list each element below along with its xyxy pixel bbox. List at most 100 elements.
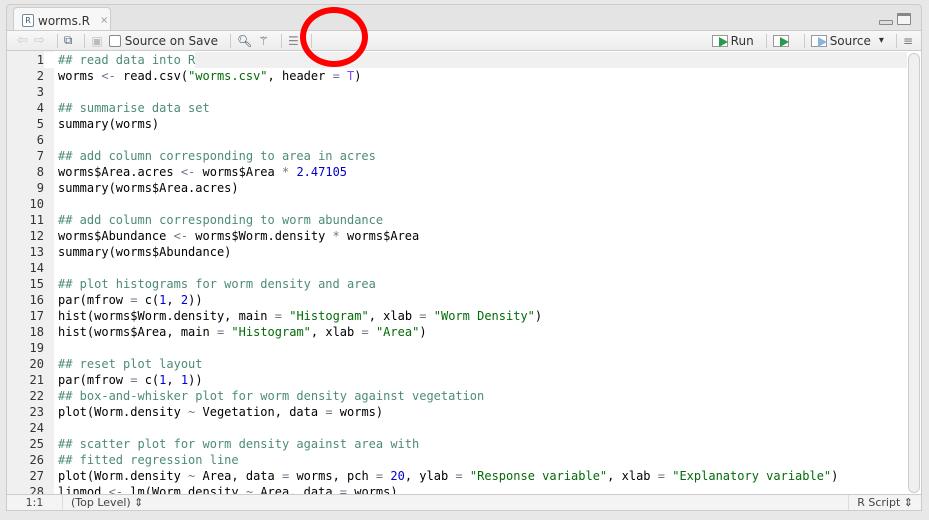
source-on-save-label: Source on Save [124,33,218,48]
code-editor[interactable]: 1 ## read data into R 2 worms <- read.csv("… [6,51,922,494]
editor-toolbar: ⇦ ⇨ ⧉ ▣ Source on Save 🔍︎ ⚚ ☰ Run Source… [6,30,922,51]
code-line[interactable]: 18 hist(worms$Area, main = "Histogram", x… [7,324,907,340]
separator [765,33,767,48]
code-line[interactable]: 17 hist(worms$Worm.density, main = "Histo… [7,308,907,324]
source-on-save-checkbox[interactable]: Source on Save [108,32,218,50]
separator [895,33,897,48]
document-outline-icon[interactable]: ≡ [903,32,913,50]
line-number: 15 [29,277,44,291]
code-text: worms <- read.csv("worms.csv", header = … [58,69,362,83]
line-number: 17 [29,309,44,323]
line-number: 28 [29,485,44,494]
line-number: 8 [36,165,44,179]
code-text: hist(worms$Worm.density, main = "Histogr… [58,309,543,323]
code-line[interactable]: 13 summary(worms$Abundance) [7,244,907,260]
rerun-icon [772,34,789,47]
line-number: 12 [29,229,44,243]
search-icon[interactable]: 🔍︎ [237,32,252,50]
code-text: summary(worms$Abundance) [58,245,232,259]
line-number: 16 [29,293,44,307]
file-type-selector[interactable]: R Script ⇕ [848,495,921,510]
line-number: 4 [36,101,44,115]
code-text: ## summarise data set [58,101,210,115]
code-text: ## scatter plot for worm density against… [58,437,420,451]
line-number: 1 [36,53,44,67]
code-lines[interactable]: 1 ## read data into R 2 worms <- read.csv("… [7,52,907,494]
separator [229,33,231,48]
code-line[interactable]: 8 worms$Area.acres <- worms$Area * 2.4710… [7,164,907,180]
code-line[interactable]: 21 par(mfrow = c(1, 1)) [7,372,907,388]
code-line[interactable]: 11 ## add column corresponding to worm ab… [7,212,907,228]
code-line[interactable]: 7 ## add column corresponding to area in … [7,148,907,164]
cursor-position: 1:1 [7,495,63,510]
magic-wand-icon[interactable]: ⚚ [258,32,269,50]
line-number: 14 [29,261,44,275]
code-line[interactable]: 20 ## reset plot layout [7,356,907,372]
code-line[interactable]: 3 [7,84,907,100]
code-text: summary(worms) [58,117,160,131]
code-line[interactable]: 26 ## fitted regression line [7,452,907,468]
code-line[interactable]: 4 ## summarise data set [7,100,907,116]
vertical-scrollbar[interactable] [908,53,920,493]
tab-title: worms.R [38,13,90,28]
source-label: Source [829,33,871,48]
run-icon [711,34,728,47]
source-button[interactable]: Source ▾ [810,32,884,50]
code-text: ## read data into R [44,52,196,68]
code-line[interactable]: 5 summary(worms) [7,116,907,132]
source-icon [810,34,827,47]
checkbox-icon[interactable] [108,34,121,47]
code-text: plot(Worm.density ~ Vegetation, data = w… [58,405,384,419]
line-number: 22 [29,389,44,403]
code-line[interactable]: 14 [7,260,907,276]
line-number: 23 [29,405,44,419]
line-number: 2 [36,69,44,83]
code-line[interactable]: 1 ## read data into R [7,52,907,68]
separator [56,33,58,48]
code-text: worms$Area.acres <- worms$Area * 2.47105 [58,165,348,179]
code-line[interactable]: 9 summary(worms$Area.acres) [7,180,907,196]
rerun-button[interactable] [772,32,792,50]
code-line[interactable]: 12 worms$Abundance <- worms$Worm.density … [7,228,907,244]
close-tab-icon[interactable]: × [100,15,108,26]
code-line[interactable]: 19 [7,340,907,356]
line-number: 25 [29,437,44,451]
maximize-pane-button[interactable] [897,13,911,25]
code-line[interactable]: 2 worms <- read.csv("worms.csv", header =… [7,68,907,84]
code-line[interactable]: 10 [7,196,907,212]
line-number: 13 [29,245,44,259]
code-line[interactable]: 15 ## plot histograms for worm density an… [7,276,907,292]
back-arrow-icon[interactable]: ⇦ [17,32,28,50]
line-number: 3 [36,85,44,99]
code-text: ## plot histograms for worm density and … [58,277,376,291]
code-line[interactable]: 24 [7,420,907,436]
source-dropdown-icon[interactable]: ▾ [879,35,884,46]
minimize-pane-button[interactable] [879,20,893,25]
code-line[interactable]: 22 ## box-and-whisker plot for worm densi… [7,388,907,404]
line-number: 9 [36,181,44,195]
code-line[interactable]: 23 plot(Worm.density ~ Vegetation, data =… [7,404,907,420]
code-text: ## add column corresponding to area in a… [58,149,376,163]
code-text: worms$Abundance <- worms$Worm.density * … [58,229,420,243]
separator [280,33,282,48]
forward-arrow-icon[interactable]: ⇨ [34,32,45,50]
show-in-window-icon[interactable]: ⧉ [64,32,73,50]
code-line[interactable]: 28 linmod <- lm(Worm.density ~ Area, data… [7,484,907,494]
separator [803,33,805,48]
code-line[interactable]: 6 [7,132,907,148]
code-line[interactable]: 25 ## scatter plot for worm density again… [7,436,907,452]
code-line[interactable]: 16 par(mfrow = c(1, 2)) [7,292,907,308]
compile-notebook-icon[interactable]: ☰ [288,32,299,50]
code-line[interactable]: 27 plot(Worm.density ~ Area, data = worms… [7,468,907,484]
run-button[interactable]: Run [711,32,754,50]
code-text: plot(Worm.density ~ Area, data = worms, … [58,469,839,483]
r-file-icon: R [22,14,34,27]
line-number: 19 [29,341,44,355]
save-icon[interactable]: ▣ [91,32,102,50]
scope-selector[interactable]: (Top Level) ⇕ [63,496,143,509]
